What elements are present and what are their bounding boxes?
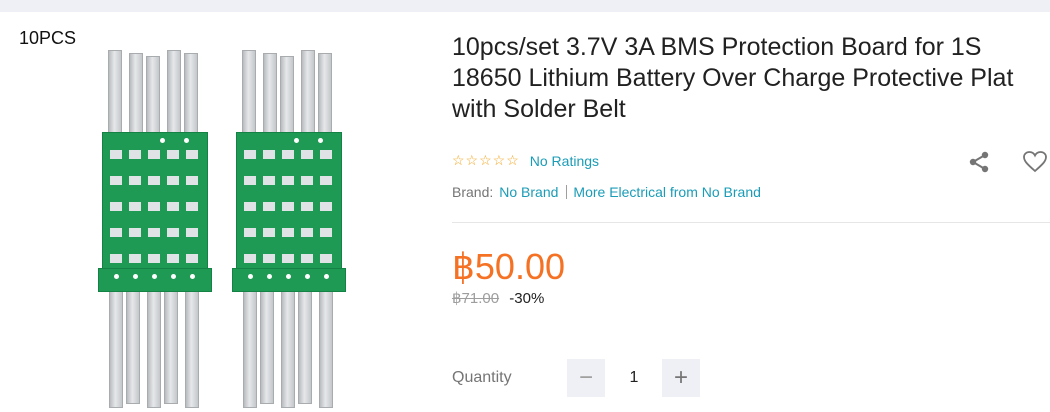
nickel-strip bbox=[147, 282, 161, 408]
pcb-chip bbox=[282, 150, 294, 159]
pcb-chip bbox=[244, 202, 256, 211]
pcb-chip bbox=[148, 176, 160, 185]
pcb-chip bbox=[263, 254, 275, 263]
pcb-chip bbox=[244, 228, 256, 237]
pcb-chip bbox=[282, 176, 294, 185]
brand-row: Brand: No Brand More Electrical from No … bbox=[452, 184, 761, 200]
heart-icon[interactable] bbox=[1022, 149, 1048, 175]
pcb-chip bbox=[244, 254, 256, 263]
pcb-chip bbox=[282, 228, 294, 237]
quantity-decrease-button[interactable]: − bbox=[567, 359, 605, 397]
brand-label: Brand: bbox=[452, 184, 494, 200]
pcb-chip bbox=[167, 202, 179, 211]
pcb-chip bbox=[282, 202, 294, 211]
product-card: 10PCS 10pcs/set 3.7V 3A BMS Protection B… bbox=[0, 12, 1050, 412]
pcb-hole bbox=[152, 274, 157, 279]
pcb-chip bbox=[301, 254, 313, 263]
nickel-strip bbox=[164, 282, 178, 404]
pcb-chip bbox=[301, 228, 313, 237]
pcb-chip bbox=[263, 176, 275, 185]
brand-separator bbox=[566, 185, 568, 199]
pcb-hole bbox=[133, 274, 138, 279]
brand-link[interactable]: No Brand bbox=[499, 184, 558, 200]
current-price: ฿50.00 bbox=[452, 246, 565, 287]
pcb-chip bbox=[186, 150, 198, 159]
pcb-hole bbox=[184, 138, 189, 143]
pcb-chip bbox=[320, 202, 332, 211]
pcb-hole bbox=[190, 274, 195, 279]
share-icon[interactable] bbox=[966, 149, 992, 175]
pcb-chip bbox=[186, 202, 198, 211]
pcb-chip bbox=[129, 254, 141, 263]
pcb-chip bbox=[129, 176, 141, 185]
original-price-row: ฿71.00 -30% bbox=[452, 289, 544, 307]
pcb-chip bbox=[282, 254, 294, 263]
rating-stars: ☆☆☆☆☆ bbox=[452, 152, 520, 168]
ratings-link[interactable]: No Ratings bbox=[530, 153, 599, 169]
pcb-chip bbox=[148, 202, 160, 211]
pcb-chip bbox=[320, 228, 332, 237]
pcb-hole bbox=[248, 274, 253, 279]
nickel-strip bbox=[243, 282, 257, 408]
nickel-strip bbox=[109, 282, 123, 408]
divider bbox=[452, 222, 1050, 223]
pcb-chip bbox=[148, 228, 160, 237]
pcb-chip bbox=[263, 202, 275, 211]
rating-row: ☆☆☆☆☆ No Ratings bbox=[452, 152, 599, 169]
quantity-increase-button[interactable]: + bbox=[662, 359, 700, 397]
pcb-chip bbox=[263, 228, 275, 237]
pcb-board-edge bbox=[98, 268, 212, 292]
nickel-strip bbox=[298, 282, 312, 404]
pcb-chip bbox=[167, 254, 179, 263]
pcb-hole bbox=[160, 138, 165, 143]
pcb-chip bbox=[110, 254, 122, 263]
pcb-hole bbox=[114, 274, 119, 279]
quantity-label: Quantity bbox=[452, 369, 512, 386]
nickel-strip bbox=[281, 282, 295, 408]
pcb-hole bbox=[324, 274, 329, 279]
pcb-chip bbox=[167, 150, 179, 159]
pcb-chip bbox=[186, 254, 198, 263]
pcb-chip bbox=[167, 176, 179, 185]
pcb-chip bbox=[110, 150, 122, 159]
pcb-chip bbox=[148, 150, 160, 159]
pcb-chip bbox=[244, 176, 256, 185]
pcb-chip bbox=[129, 150, 141, 159]
pcb-chip bbox=[110, 176, 122, 185]
pcb-chip bbox=[320, 254, 332, 263]
pcb-chip bbox=[320, 176, 332, 185]
pcb-chip bbox=[110, 202, 122, 211]
nickel-strip bbox=[319, 282, 333, 408]
nickel-strip bbox=[260, 282, 274, 404]
pcb-chip bbox=[320, 150, 332, 159]
discount-badge: -30% bbox=[509, 290, 545, 307]
product-image[interactable]: 10PCS bbox=[0, 12, 420, 412]
pcb-chip bbox=[301, 150, 313, 159]
pcb-chip bbox=[129, 202, 141, 211]
pcb-chip bbox=[186, 176, 198, 185]
pcb-board-edge bbox=[232, 268, 346, 292]
original-price: ฿71.00 bbox=[452, 290, 500, 307]
pcb-hole bbox=[305, 274, 310, 279]
pcb-chip bbox=[129, 228, 141, 237]
more-from-brand-link[interactable]: More Electrical from No Brand bbox=[573, 184, 761, 200]
pcb-chip bbox=[301, 176, 313, 185]
pcb-chip bbox=[110, 228, 122, 237]
pcb-chip bbox=[301, 202, 313, 211]
pcb-hole bbox=[267, 274, 272, 279]
pcb-chip bbox=[186, 228, 198, 237]
pcb-hole bbox=[294, 138, 299, 143]
nickel-strip bbox=[126, 282, 140, 404]
quantity-value[interactable]: 1 bbox=[616, 369, 652, 387]
pcb-chip bbox=[148, 254, 160, 263]
pcb-hole bbox=[171, 274, 176, 279]
nickel-strip bbox=[185, 282, 199, 408]
pcb-chip bbox=[244, 150, 256, 159]
product-title: 10pcs/set 3.7V 3A BMS Protection Board f… bbox=[452, 33, 1014, 123]
pcb-chip bbox=[167, 228, 179, 237]
image-label: 10PCS bbox=[19, 28, 77, 48]
pcb-hole bbox=[286, 274, 291, 279]
pcb-hole bbox=[318, 138, 323, 143]
pcb-chip bbox=[263, 150, 275, 159]
